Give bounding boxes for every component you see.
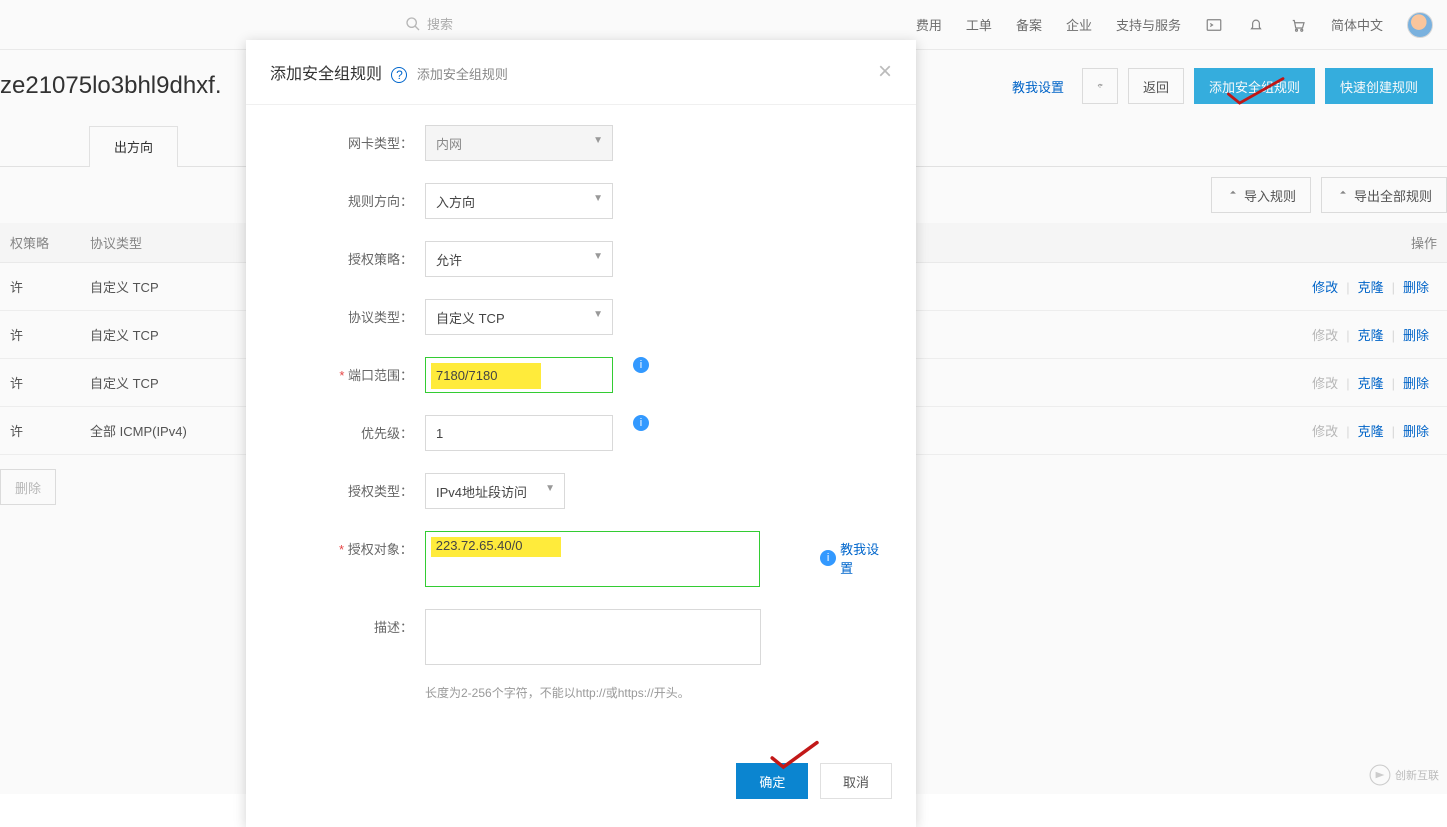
label-priority: 优先级： xyxy=(270,415,425,442)
info-icon[interactable]: i xyxy=(820,550,836,566)
label-proto: 协议类型： xyxy=(270,299,425,326)
close-icon[interactable]: × xyxy=(878,58,892,86)
label-port: 端口范围： xyxy=(270,357,425,384)
annotation-check-confirm xyxy=(768,740,838,779)
info-icon[interactable]: i xyxy=(633,415,649,431)
description-input[interactable] xyxy=(425,609,761,665)
priority-input[interactable] xyxy=(425,415,613,451)
info-icon[interactable]: i xyxy=(633,357,649,373)
nic-select[interactable] xyxy=(425,125,613,161)
port-range-input[interactable] xyxy=(425,357,613,393)
label-dir: 规则方向： xyxy=(270,183,425,210)
modal-title: 添加安全组规则 ? 添加安全组规则 xyxy=(270,60,508,84)
proto-select[interactable] xyxy=(425,299,613,335)
label-desc: 描述： xyxy=(270,609,425,636)
label-nic: 网卡类型： xyxy=(270,125,425,152)
label-auth-type: 授权类型： xyxy=(270,473,425,500)
watermark-logo: 创新互联 xyxy=(1369,764,1439,786)
label-auth-target: 授权对象： xyxy=(270,531,425,558)
label-policy: 授权策略： xyxy=(270,241,425,268)
auth-type-select[interactable] xyxy=(425,473,565,509)
desc-hint: 长度为2-256个字符，不能以http://或https://开头。 xyxy=(425,684,761,701)
auth-target-input[interactable] xyxy=(425,531,760,587)
policy-select[interactable] xyxy=(425,241,613,277)
direction-select[interactable] xyxy=(425,183,613,219)
teach-me-link-modal[interactable]: 教我设置 xyxy=(840,539,892,577)
help-icon[interactable]: ? xyxy=(391,67,407,83)
add-rule-modal: 添加安全组规则 ? 添加安全组规则 × 网卡类型： 规则方向： 授权策略： 协议… xyxy=(246,40,916,827)
